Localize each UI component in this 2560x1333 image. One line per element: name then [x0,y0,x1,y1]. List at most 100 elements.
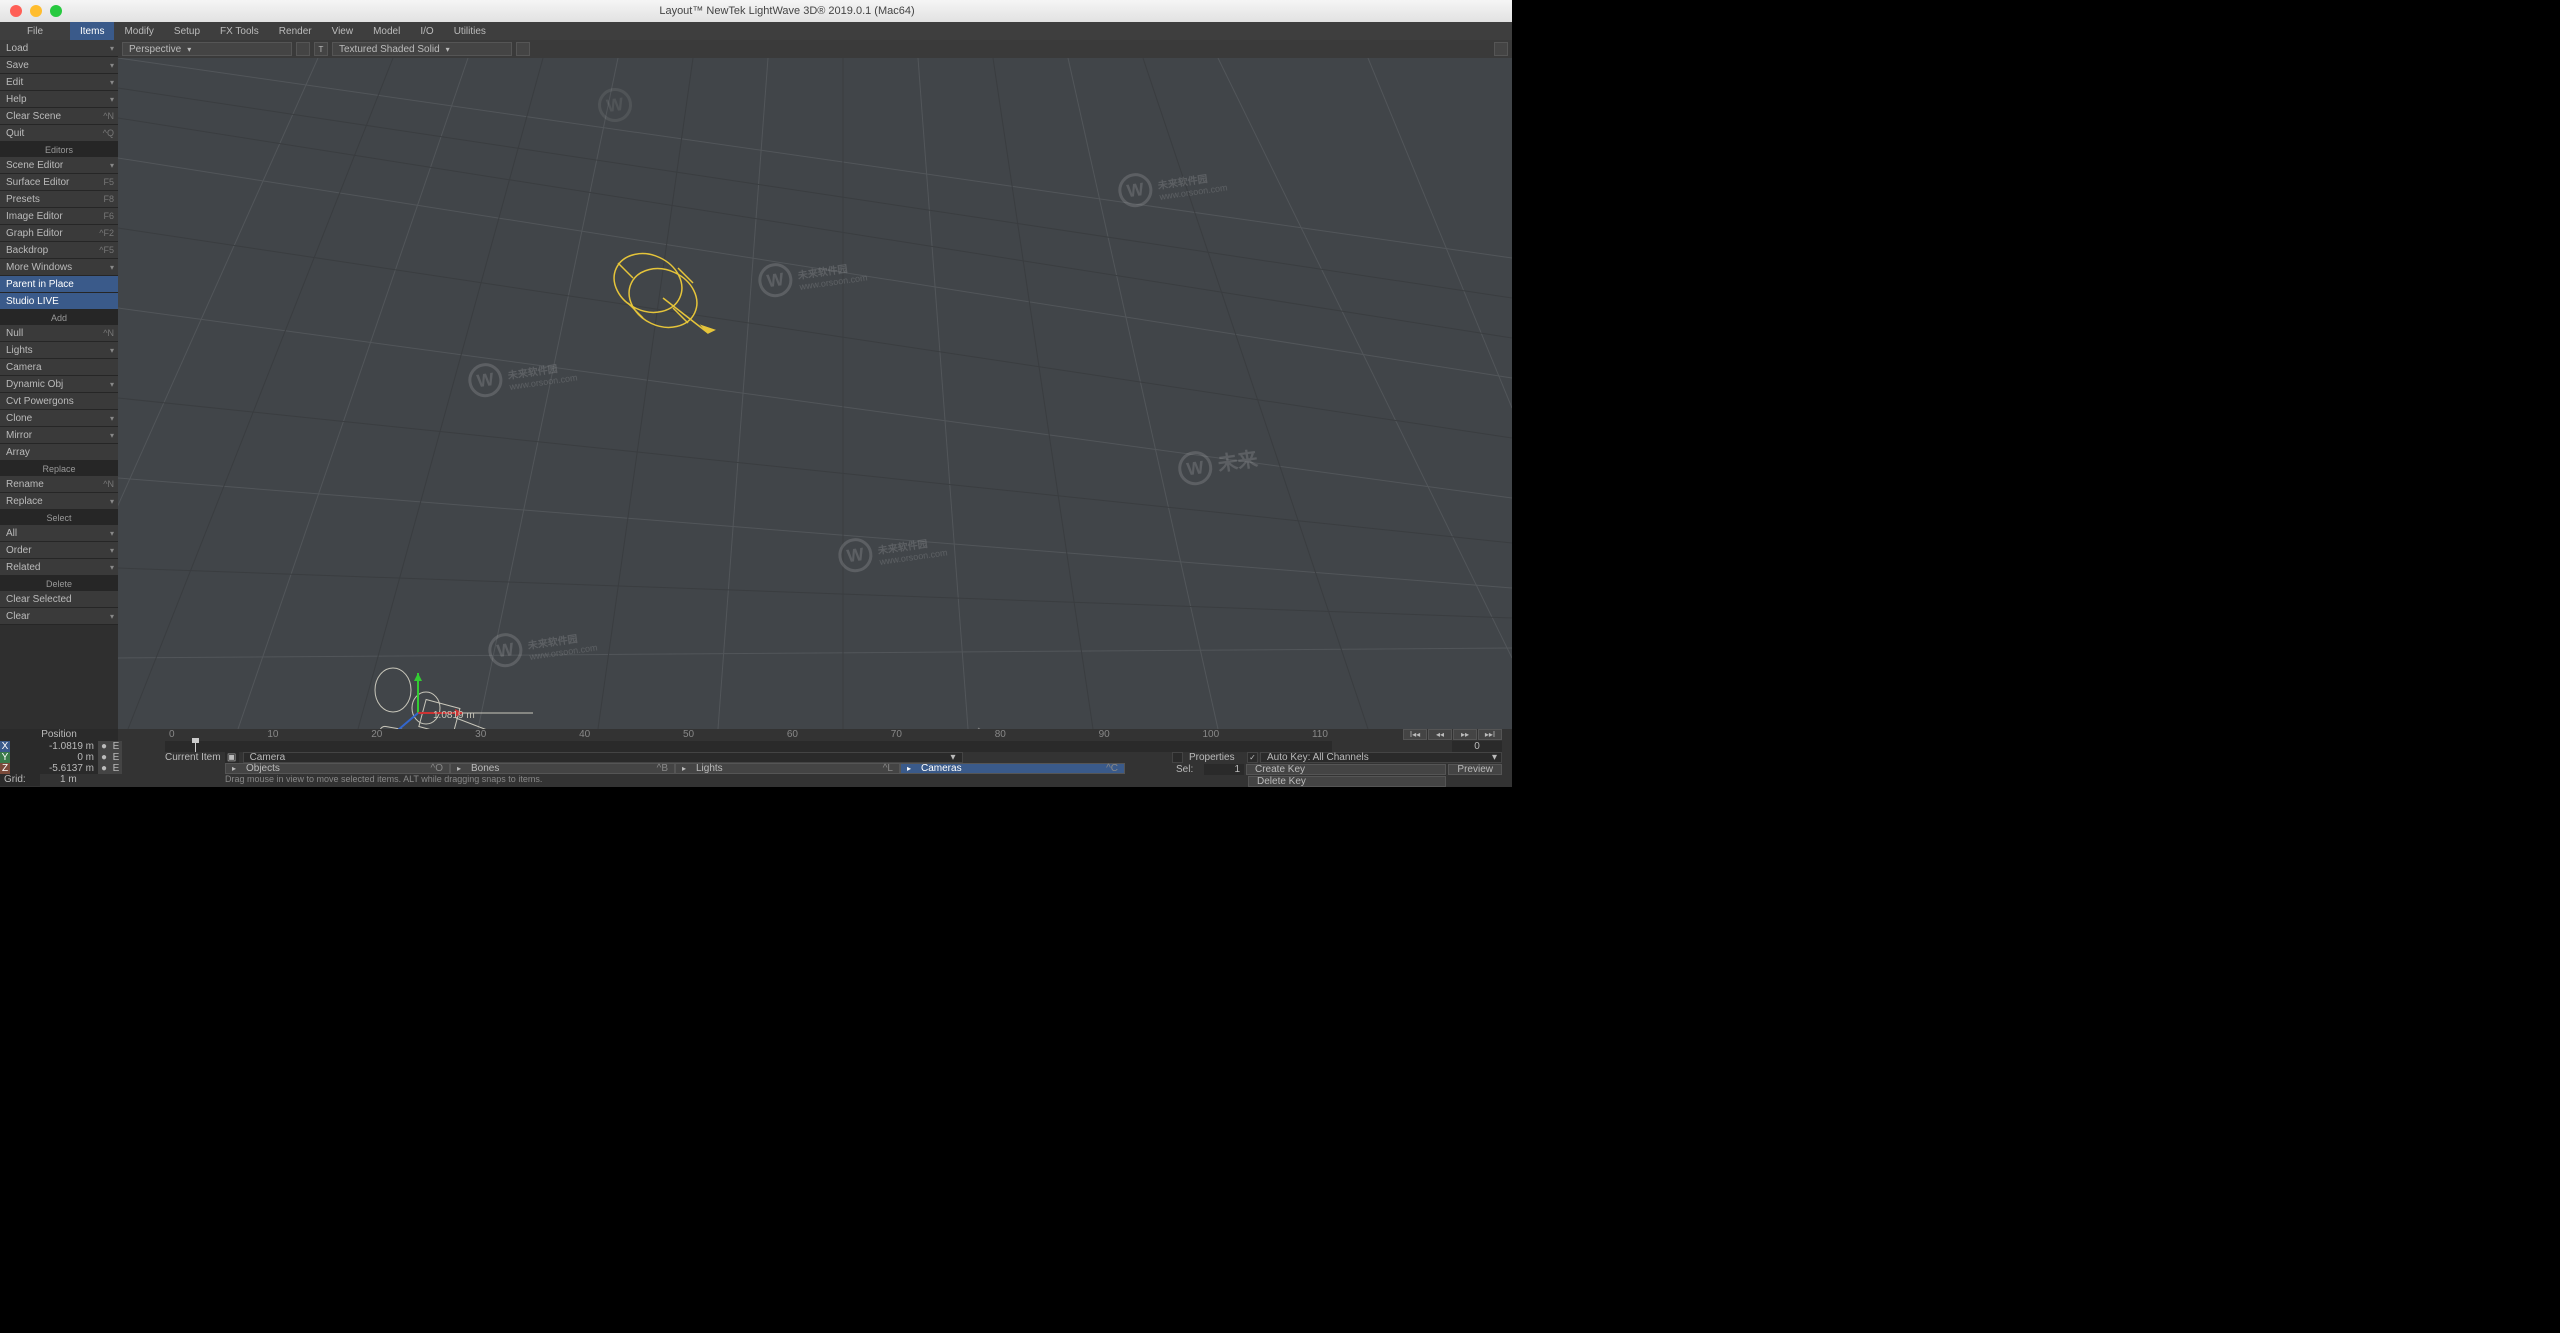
sidebar-save[interactable]: Save [0,57,118,74]
mode-tab-bar: Objects^OBones^BLights^LCameras^C [225,763,1125,774]
last-frame-button[interactable]: ▸▸I [1478,729,1502,740]
view-options-button[interactable] [296,42,310,56]
sidebar-header: Delete [0,576,118,591]
tab-model[interactable]: Model [363,22,410,40]
mode-cameras[interactable]: Cameras^C [900,763,1125,774]
light-object[interactable] [604,243,714,338]
next-frame-button[interactable]: ▸▸ [1453,729,1477,740]
y-key-icon[interactable]: ● [98,752,110,763]
x-key-icon[interactable]: ● [98,741,110,752]
sidebar-image-editor[interactable]: Image EditorF6 [0,208,118,225]
sidebar-presets[interactable]: PresetsF8 [0,191,118,208]
sidebar-parent-in-place[interactable]: Parent in Place [0,276,118,293]
tab-i-o[interactable]: I/O [410,22,443,40]
sidebar-load[interactable]: Load [0,40,118,57]
sidebar-header: Editors [0,142,118,157]
zoom-icon[interactable] [50,5,62,17]
timeline-ticks: 0102030405060708090100110 [165,729,1332,741]
sidebar-cvt-powergons[interactable]: Cvt Powergons [0,393,118,410]
current-item-dropdown[interactable]: Camera [243,752,963,763]
sidebar-mirror[interactable]: Mirror [0,427,118,444]
sidebar-replace[interactable]: Replace [0,493,118,510]
sidebar-quit[interactable]: Quit^Q [0,125,118,142]
prev-frame-button[interactable]: ◂◂ [1428,729,1452,740]
mac-titlebar: Layout™ NewTek LightWave 3D® 2019.0.1 (M… [0,0,1512,22]
x-value[interactable]: -1.0819 m [10,741,98,752]
sidebar-dynamic-obj[interactable]: Dynamic Obj [0,376,118,393]
current-frame-input[interactable]: 0 [1452,741,1502,752]
timeline-slider[interactable] [165,741,1332,752]
z-value[interactable]: -5.6137 m [10,763,98,774]
sidebar-all[interactable]: All [0,525,118,542]
properties-toggle[interactable] [1172,752,1183,763]
sidebar-related[interactable]: Related [0,559,118,576]
sidebar-rename[interactable]: Rename^N [0,476,118,493]
sidebar-header: Add [0,310,118,325]
y-envelope-button[interactable]: E [110,752,122,763]
camera-icon[interactable]: ▣ [225,752,239,763]
view-mode-dropdown[interactable]: Perspective [122,42,292,56]
sidebar-clear-scene[interactable]: Clear Scene^N [0,108,118,125]
mode-lights[interactable]: Lights^L [675,763,900,774]
y-value[interactable]: 0 m [10,752,98,763]
tab-fx-tools[interactable]: FX Tools [210,22,269,40]
tab-modify[interactable]: Modify [114,22,163,40]
file-menu[interactable]: File [0,26,70,37]
minimize-icon[interactable] [30,5,42,17]
sidebar-header: Replace [0,461,118,476]
current-item-label: Current Item [165,752,221,763]
menubar: File ItemsModifySetupFX ToolsRenderViewM… [0,22,1512,40]
sidebar-help[interactable]: Help [0,91,118,108]
autokey-checkbox[interactable]: ✓ [1247,752,1258,763]
bottom-panel: Position X-1.0819 m●E Y0 m●E Z-5.6137 m●… [0,729,1512,787]
position-readout: X-1.0819 m●E Y0 m●E Z-5.6137 m●E [0,741,160,774]
sidebar-surface-editor[interactable]: Surface EditorF5 [0,174,118,191]
svg-text:1.0819 m: 1.0819 m [433,710,475,721]
mode-bones[interactable]: Bones^B [450,763,675,774]
sidebar-array[interactable]: Array [0,444,118,461]
shade-mode-dropdown[interactable]: Textured Shaded Solid [332,42,512,56]
shade-options-button[interactable] [516,42,530,56]
tab-utilities[interactable]: Utilities [444,22,496,40]
sidebar-header: Select [0,510,118,525]
close-icon[interactable] [10,5,22,17]
sidebar-edit[interactable]: Edit [0,74,118,91]
hint-text: Drag mouse in view to move selected item… [225,774,542,784]
x-envelope-button[interactable]: E [110,741,122,752]
z-envelope-button[interactable]: E [110,763,122,774]
sidebar-clone[interactable]: Clone [0,410,118,427]
sidebar-null[interactable]: Null^N [0,325,118,342]
sidebar-order[interactable]: Order [0,542,118,559]
tab-setup[interactable]: Setup [164,22,210,40]
sidebar-backdrop[interactable]: Backdrop^F5 [0,242,118,259]
tab-render[interactable]: Render [269,22,322,40]
tab-items[interactable]: Items [70,22,114,40]
sidebar-studio-live[interactable]: Studio LIVE [0,293,118,310]
properties-label[interactable]: Properties [1185,752,1245,763]
camera-object[interactable]: 1.0819 m [375,668,533,729]
preview-button[interactable]: Preview [1448,764,1502,775]
autokey-dropdown[interactable]: Auto Key: All Channels [1260,752,1502,763]
sidebar-clear[interactable]: Clear [0,608,118,625]
traffic-lights [0,5,62,17]
sidebar-scene-editor[interactable]: Scene Editor [0,157,118,174]
playhead[interactable] [195,741,196,752]
sidebar-graph-editor[interactable]: Graph Editor^F2 [0,225,118,242]
shade-mode-icon[interactable]: T [314,42,328,56]
maximize-viewport-button[interactable] [1494,42,1508,56]
create-key-button[interactable]: Create Key [1246,764,1446,775]
sidebar-camera[interactable]: Camera [0,359,118,376]
sidebar-clear-selected[interactable]: Clear Selected [0,591,118,608]
window-title: Layout™ NewTek LightWave 3D® 2019.0.1 (M… [62,5,1512,17]
mode-objects[interactable]: Objects^O [225,763,450,774]
viewport[interactable]: 1.0819 m W未来软件园www.orsoon.com W未来软件园www.… [118,58,1512,729]
tools-sidebar: LoadSaveEditHelpClear Scene^NQuit^QEdito… [0,40,118,787]
sidebar-lights[interactable]: Lights [0,342,118,359]
delete-key-button[interactable]: Delete Key [1248,776,1446,787]
sidebar-more-windows[interactable]: More Windows [0,259,118,276]
z-key-icon[interactable]: ● [98,763,110,774]
first-frame-button[interactable]: I◂◂ [1403,729,1427,740]
sel-label: Sel: [1172,764,1202,775]
main-tabs: ItemsModifySetupFX ToolsRenderViewModelI… [70,22,496,40]
tab-view[interactable]: View [322,22,364,40]
